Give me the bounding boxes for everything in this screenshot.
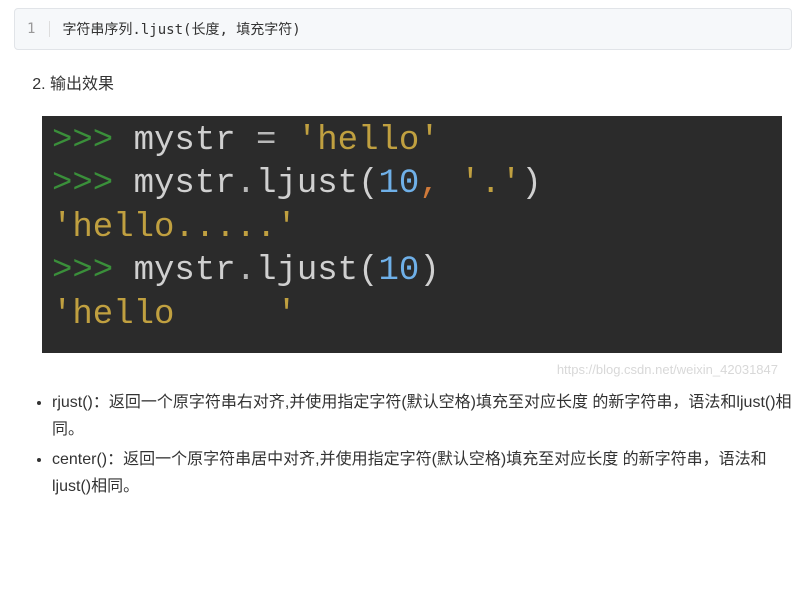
terminal-token: ( <box>358 252 378 290</box>
terminal-token: mystr <box>134 165 236 203</box>
code-content: 字符串序列.ljust(长度, 填充字符) <box>62 19 300 39</box>
terminal-token: , <box>419 165 439 203</box>
terminal-token: = <box>256 122 276 160</box>
terminal-container: >>> mystr = 'hello'>>> mystr.ljust(10, '… <box>14 116 792 354</box>
function-notes-list: rjust()：返回一个原字符串右对齐,并使用指定字符(默认空格)填充至对应长度… <box>14 389 792 500</box>
terminal-line: >>> mystr.ljust(10) <box>52 250 772 294</box>
terminal-token: '.' <box>460 165 521 203</box>
terminal-token: >>> <box>52 122 134 160</box>
terminal-token: . <box>236 165 256 203</box>
terminal-token: 10 <box>379 252 420 290</box>
terminal-token: 10 <box>379 165 420 203</box>
output-ordered-list: 输出效果 <box>14 72 792 98</box>
terminal-line: >>> mystr.ljust(10, '.') <box>52 163 772 207</box>
terminal-token <box>276 122 296 160</box>
terminal-token: 'hello' <box>297 122 440 160</box>
terminal-token: . <box>236 252 256 290</box>
list-item: center()：返回一个原字符串居中对齐,并使用指定字符(默认空格)填充至对应… <box>52 446 792 500</box>
terminal-token <box>440 165 460 203</box>
line-number: 1 <box>27 21 50 37</box>
terminal-token: ( <box>358 165 378 203</box>
terminal-token: mystr <box>134 252 236 290</box>
code-block-header: 1 字符串序列.ljust(长度, 填充字符) <box>14 8 792 50</box>
terminal-token: ljust <box>256 165 358 203</box>
watermark-text: https://blog.csdn.net/weixin_42031847 <box>557 362 778 377</box>
terminal-token: 'hello.....' <box>52 209 297 247</box>
output-label: 输出效果 <box>50 72 792 98</box>
terminal-token: mystr <box>134 122 256 160</box>
list-item: rjust()：返回一个原字符串右对齐,并使用指定字符(默认空格)填充至对应长度… <box>52 389 792 443</box>
terminal-line: >>> mystr = 'hello' <box>52 120 772 164</box>
terminal-token: ) <box>521 165 541 203</box>
terminal-output: >>> mystr = 'hello'>>> mystr.ljust(10, '… <box>42 116 782 354</box>
terminal-token: ) <box>419 252 439 290</box>
terminal-line: 'hello ' <box>52 294 772 338</box>
terminal-token: 'hello ' <box>52 296 297 334</box>
terminal-token: ljust <box>256 252 358 290</box>
terminal-token: >>> <box>52 165 134 203</box>
terminal-line: 'hello.....' <box>52 207 772 251</box>
terminal-token: >>> <box>52 252 134 290</box>
